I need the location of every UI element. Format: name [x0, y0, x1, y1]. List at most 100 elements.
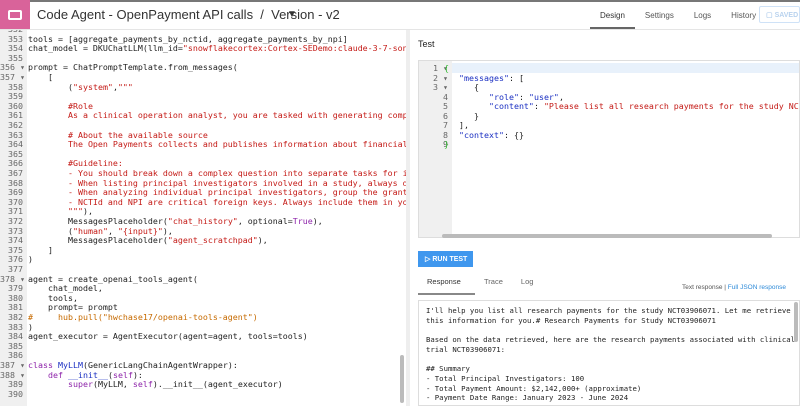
test-input-editor[interactable]: 1 ▾{2 ▾ "messages": [3 ▾ {4 "role": "use… [418, 60, 800, 238]
code-text: #Role [28, 100, 93, 111]
code-text: ], [444, 120, 469, 130]
code-text: ("system",""" [28, 81, 133, 92]
code-line: 376) [0, 254, 406, 264]
code-line: 389 super(MyLLM, self).__init__(agent_ex… [0, 379, 406, 389]
code-text: super(MyLLM, self).__init__(agent_execut… [67, 379, 283, 390]
code-text: - NCTId and NPI are critical foreign key… [67, 196, 406, 207]
line-number: 360 [8, 100, 23, 111]
code-line: 357 ▾ [ [0, 72, 406, 82]
tab-response[interactable]: Response [418, 270, 475, 295]
line-number: 355 [8, 52, 23, 63]
code-text: As a clinical operation analyst, you are… [67, 110, 406, 121]
code-line: 386 [0, 350, 406, 360]
code-line: 354 chat_model = DKUChatLLM(llm_id="snowf… [0, 43, 406, 53]
line-number: 382 [8, 312, 23, 322]
line-number: 356 ▾ [0, 62, 25, 73]
code-line: 353 tools = [aggregate_payments_by_nctid,… [0, 34, 406, 44]
json-horizontal-scrollbar[interactable] [442, 234, 772, 238]
code-line: 356 ▾ prompt = ChatPromptTemplate.from_me… [0, 62, 406, 72]
agent-icon [8, 10, 22, 20]
version-dropdown-chevron-icon[interactable]: ▼ [287, 9, 297, 20]
line-number: 359 [8, 91, 23, 102]
code-line: 374 MessagesPlaceholder("agent_scratchpa… [0, 235, 406, 245]
pane-splitter[interactable] [406, 30, 410, 406]
code-text: "messages": [ [459, 72, 524, 83]
code-line: 381 prompt= prompt [0, 302, 406, 312]
line-number: 381 [8, 302, 23, 313]
line-number: 369 [8, 187, 23, 198]
line-number: 368 [8, 177, 23, 188]
code-line: 379 chat_model, [0, 283, 406, 293]
line-number: 383 [8, 321, 23, 332]
tab-log[interactable]: Log [512, 270, 543, 295]
line-number: 365 [8, 148, 23, 159]
code-line: 377 [0, 264, 406, 274]
line-number: 364 [8, 139, 23, 150]
code-text: class MyLLM(GenericLangChainAgentWrapper… [28, 360, 238, 370]
code-line: 362 [0, 120, 406, 130]
line-number: 377 [8, 264, 23, 274]
code-line: 380 tools, [0, 293, 406, 303]
code-line: 368 - When listing principal investigato… [0, 178, 406, 188]
saved-button[interactable]: ▢ SAVED [759, 6, 800, 23]
code-text: } [444, 139, 449, 149]
code-line: 4 "role": "user", [419, 92, 799, 102]
tab-logs[interactable]: Logs [684, 0, 721, 29]
code-line: 369 - When analyzing individual principa… [0, 187, 406, 197]
code-text: - When analyzing individual principal in… [28, 187, 406, 198]
code-text: agent_executor = AgentExecutor(agent=age… [28, 331, 308, 342]
line-number: 375 [8, 244, 23, 255]
code-text: - You should break down a complex questi… [67, 168, 406, 178]
code-text: "role": "user", [488, 91, 564, 102]
line-number: 389 [8, 379, 23, 390]
code-text: agent = create_openai_tools_agent( [28, 273, 198, 284]
text-response-link[interactable]: Text response [682, 284, 722, 291]
response-output: I'll help you list all research payments… [418, 300, 800, 406]
code-line: 367 - You should break down a complex qu… [0, 168, 406, 178]
code-line: 7 ], [419, 120, 799, 130]
run-test-button[interactable]: ▷ RUN TEST [418, 251, 473, 267]
code-line: 363 # About the available source [0, 130, 406, 140]
line-number: 384 [8, 331, 23, 342]
code-editor[interactable]: 352353tools = [aggregate_payments_by_nct… [0, 30, 406, 406]
tab-trace[interactable]: Trace [475, 270, 512, 295]
code-text: - When listing principal investigators i… [28, 177, 406, 188]
tab-design[interactable]: Design [590, 0, 635, 29]
code-text: "context": {} [459, 129, 524, 140]
save-icon: ▢ [766, 12, 775, 19]
code-text: #Guideline: [28, 158, 123, 169]
code-line: 370 - NCTId and NPI are critical foreign… [0, 197, 406, 207]
code-line: 359 [0, 91, 406, 101]
line-number: 357 ▾ [0, 72, 25, 82]
code-line: 373 ("human", "{input}"), [0, 226, 406, 236]
code-text: ("human", "{input}"), [28, 225, 173, 236]
code-line: 388 ▾ def __init__(self): [0, 370, 406, 380]
app-logo[interactable] [0, 0, 30, 30]
code-line: 5 "content": "Please list all research p… [419, 101, 799, 111]
line-number: 367 [8, 168, 23, 178]
code-text: ] [28, 244, 53, 255]
code-text: # hub.pull("hwchase17/openai-tools-agent… [28, 312, 258, 322]
code-line: 387 ▾ class MyLLM(GenericLangChainAgentWr… [0, 360, 406, 370]
line-number: 372 [8, 216, 23, 226]
code-text: """), [28, 206, 93, 217]
line-number: 390 [8, 388, 23, 399]
code-line: 3 ▾ { [419, 82, 799, 92]
code-text: chat_model = DKUChatLLM(llm_id="snowflak… [28, 43, 406, 54]
line-number: 388 ▾ [0, 369, 25, 380]
line-number: 380 [8, 292, 23, 303]
code-text: prompt = ChatPromptTemplate.from_message… [28, 62, 238, 73]
code-line: 9} [419, 139, 799, 149]
line-number: 374 [8, 235, 23, 246]
line-number: 373 [8, 225, 23, 236]
code-line: 384 agent_executor = AgentExecutor(agent=… [0, 331, 406, 341]
tab-settings[interactable]: Settings [635, 0, 684, 29]
full-json-response-link[interactable]: Full JSON response [728, 284, 786, 291]
response-scrollbar[interactable] [794, 302, 798, 342]
line-number: 386 [8, 350, 23, 361]
code-line: 365 [0, 149, 406, 159]
line-number: 363 [8, 129, 23, 140]
code-text: ) [28, 321, 33, 332]
code-text: MessagesPlaceholder("agent_scratchpad"), [28, 235, 268, 246]
separator: | [724, 284, 726, 291]
